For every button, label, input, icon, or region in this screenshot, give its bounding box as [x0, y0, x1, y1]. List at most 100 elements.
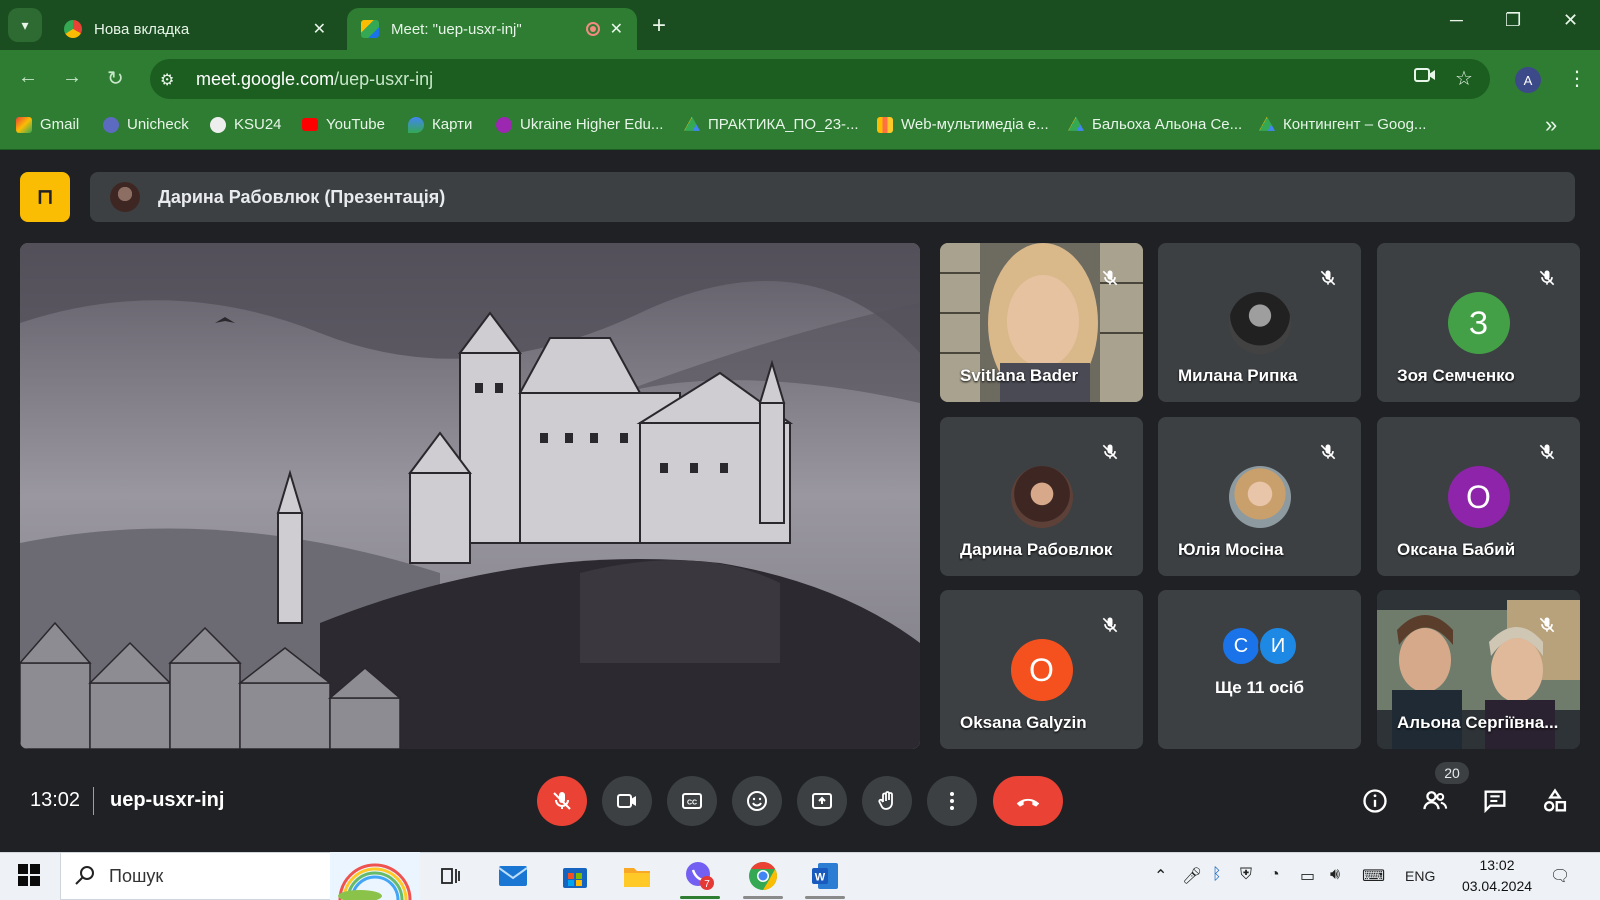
muted-mic-icon [1532, 610, 1562, 640]
minimize-button[interactable]: ─ [1450, 10, 1463, 31]
participant-tile[interactable]: Svitlana Bader [940, 243, 1143, 402]
bookmark-gmail[interactable]: Gmail [16, 116, 79, 133]
folder-icon [624, 868, 650, 887]
people-count-badge: 20 [1435, 762, 1469, 784]
new-tab-button[interactable]: + [652, 12, 666, 40]
microphone-tray-icon[interactable]: 🎤︎ [1182, 866, 1202, 886]
taskbar-explorer[interactable] [617, 858, 657, 894]
task-view-icon [441, 868, 460, 884]
running-app-indicator [743, 896, 783, 899]
bookmark-maps[interactable]: Карти [408, 116, 472, 133]
unicheck-icon [103, 116, 119, 133]
divider [93, 787, 94, 815]
reload-button[interactable]: ↻ [107, 66, 124, 91]
viber-icon: 7 [686, 862, 714, 890]
tab-title: Нова вкладка [94, 20, 190, 38]
bookmark-unicheck[interactable]: Unicheck [103, 116, 189, 133]
close-window-button[interactable]: ✕ [1563, 10, 1578, 31]
close-tab-icon[interactable]: ✕ [313, 19, 326, 39]
chat-button[interactable] [1478, 784, 1512, 818]
tab-meet[interactable]: Meet: "uep-usxr-inj" ✕ [347, 8, 637, 50]
bookmark-ukraine-higher-edu[interactable]: Ukraine Higher Edu... [496, 116, 663, 133]
tab-search-button[interactable]: ▾ [8, 8, 42, 42]
input-language[interactable]: ENG [1405, 868, 1435, 884]
participant-tile[interactable]: Милана Рипка [1158, 243, 1361, 402]
taskbar-mail[interactable] [493, 858, 533, 894]
camera-icon [617, 794, 636, 808]
wifi-icon[interactable]: ◔ [1270, 866, 1280, 884]
taskbar-store[interactable] [555, 858, 595, 894]
hand-icon [878, 791, 893, 810]
keyboard-icon[interactable]: ⌨ [1362, 866, 1385, 886]
meeting-clock: 13:02 [30, 789, 81, 811]
participant-tile[interactable]: O Oksana Galyzin [940, 590, 1143, 749]
restore-button[interactable]: ❐ [1505, 10, 1521, 31]
participant-tile[interactable]: З Зоя Семченко [1377, 243, 1580, 402]
back-button[interactable]: ← [18, 66, 38, 89]
recording-indicator-icon [585, 22, 600, 36]
security-icon[interactable]: ⛨ [1240, 866, 1252, 884]
participant-name: Oksana Galyzin [960, 713, 1087, 732]
drive-icon [684, 116, 700, 131]
bookmark-praktyka[interactable]: ПРАКТИКА_ПО_23-... [684, 116, 859, 133]
meeting-details-button[interactable] [1358, 784, 1392, 818]
participant-tile[interactable]: О Оксана Бабий [1377, 417, 1580, 576]
bookmark-youtube[interactable]: YouTube [302, 116, 385, 133]
raise-hand-button[interactable] [862, 776, 912, 826]
more-options-button[interactable] [927, 776, 977, 826]
presenter-bar[interactable]: Дарина Рабовлюк (Презентація) [90, 172, 1575, 222]
taskbar-viber[interactable]: 7 [680, 858, 720, 894]
camera-toggle-button[interactable] [602, 776, 652, 826]
bookmark-star-icon[interactable]: ☆ [1455, 66, 1473, 91]
chat-icon [1484, 790, 1506, 814]
participant-tile[interactable]: Дарина Рабовлюк [940, 417, 1143, 576]
activities-icon [1543, 788, 1567, 812]
bluetooth-icon[interactable]: ᛒ [1212, 866, 1222, 884]
taskbar-clock[interactable]: 13:02 03.04.2024 [1460, 855, 1534, 897]
close-tab-icon[interactable]: ✕ [610, 19, 623, 39]
castle-drawing-image [20, 243, 920, 749]
presenter-label: Дарина Рабовлюк (Презентація) [158, 186, 446, 207]
battery-icon[interactable]: ▭ [1300, 866, 1315, 886]
address-bar[interactable]: meet.google.com/uep-usxr-inj [150, 59, 1490, 99]
notifications-icon[interactable]: 🗨︎ [1550, 866, 1570, 886]
more-participants-tile[interactable]: С И Ще 11 осіб [1158, 590, 1361, 749]
site-settings-icon[interactable]: ⚙ [160, 70, 174, 90]
bookmark-ksu24[interactable]: KSU24 [210, 116, 282, 133]
task-view-button[interactable] [430, 858, 470, 894]
more-participants-label: Ще 11 осіб [1214, 678, 1305, 697]
chrome-icon [749, 862, 777, 890]
taskbar-word[interactable]: W [805, 858, 845, 894]
activities-button[interactable] [1538, 784, 1572, 818]
microphone-toggle-button[interactable] [537, 776, 587, 826]
camera-in-use-icon[interactable] [1414, 66, 1436, 90]
forward-button[interactable]: → [62, 66, 82, 89]
participant-name: Милана Рипка [1178, 366, 1298, 385]
running-app-indicator [805, 896, 845, 899]
present-screen-button[interactable] [797, 776, 847, 826]
start-button[interactable] [18, 864, 40, 891]
bookmark-balokha[interactable]: Бальоха Альона Се... [1068, 116, 1242, 133]
search-icon [74, 864, 96, 891]
participant-tile[interactable]: Юлія Мосіна [1158, 417, 1361, 576]
browser-menu-icon[interactable]: ⋮ [1567, 66, 1587, 91]
presenter-avatar [110, 182, 140, 212]
leave-call-button[interactable] [993, 776, 1063, 826]
bookmark-web-multimedia[interactable]: Web-мультимедіа е... [877, 116, 1049, 133]
people-icon [1423, 791, 1448, 810]
muted-mic-icon [1095, 437, 1125, 467]
volume-icon[interactable]: 🔊︎ [1330, 866, 1340, 884]
svg-text:W: W [815, 872, 826, 884]
profile-avatar[interactable]: A [1515, 67, 1541, 93]
captions-button[interactable]: CC [667, 776, 717, 826]
participant-tile[interactable]: Альона Сергіївна... [1377, 590, 1580, 749]
pin-layout-button[interactable]: ⊓ [20, 172, 70, 222]
clock-time: 13:02 [1479, 857, 1515, 873]
tab-new-tab[interactable]: Нова вкладка ✕ [50, 8, 340, 50]
reactions-button[interactable] [732, 776, 782, 826]
bookmark-kontyngent[interactable]: Контингент – Goog... [1259, 116, 1426, 133]
taskbar-chrome[interactable] [743, 858, 783, 894]
people-button[interactable] [1418, 784, 1452, 818]
more-bookmarks-icon[interactable]: » [1545, 112, 1557, 138]
show-hidden-icons-button[interactable]: ⌃ [1154, 866, 1167, 886]
